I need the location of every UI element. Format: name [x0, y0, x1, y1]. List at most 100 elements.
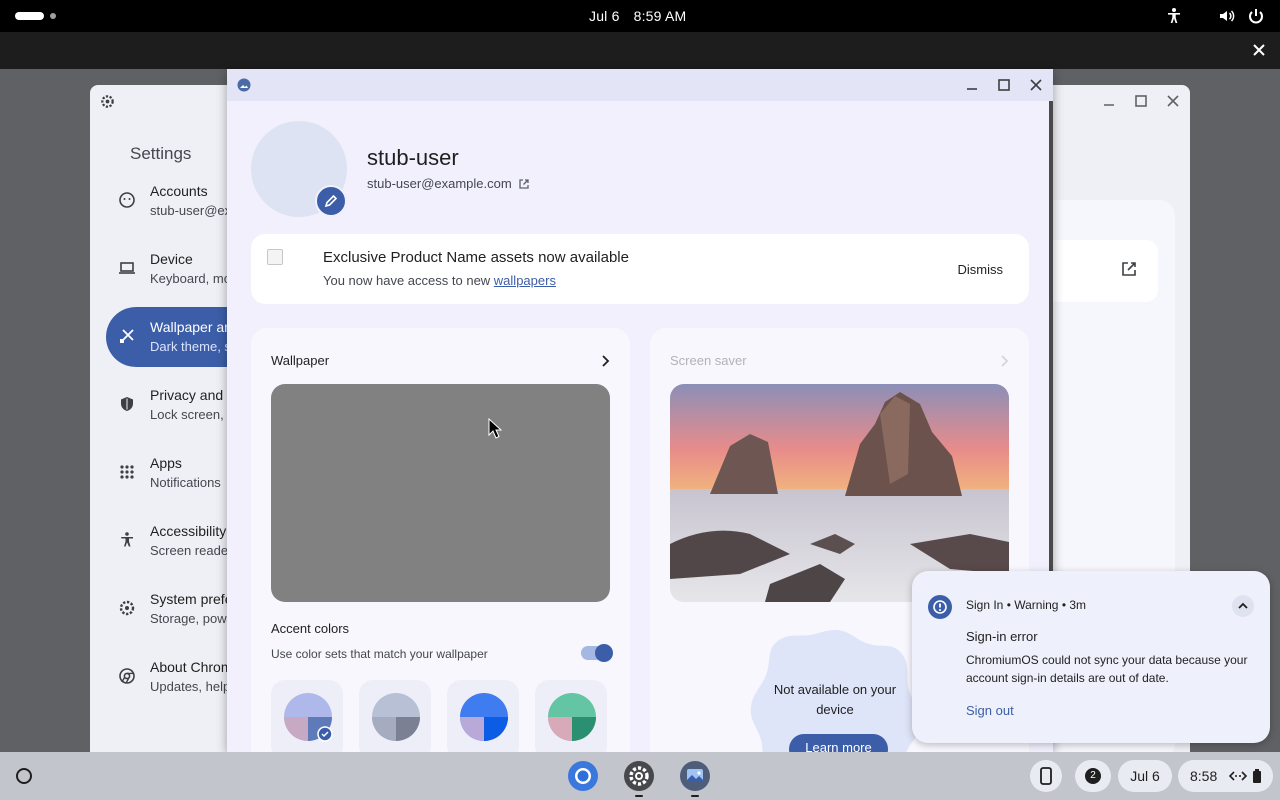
color-scheme-icon: [372, 693, 420, 741]
wallpaper-preview[interactable]: [271, 384, 610, 602]
top-status-bar: Jul 6 8:59 AM: [0, 0, 1280, 32]
wallpaper-app-icon: [237, 78, 251, 92]
color-swatch-1[interactable]: [271, 680, 343, 752]
mouse-cursor-icon: [488, 418, 502, 439]
collapse-button[interactable]: [1232, 595, 1254, 617]
status-area-button[interactable]: 8:58: [1178, 760, 1273, 792]
maximize-icon[interactable]: [996, 77, 1012, 93]
sidebar-item-label: Accounts: [150, 183, 208, 199]
coastal-rocks-image: [670, 384, 1009, 602]
user-email-link[interactable]: stub-user@example.com: [367, 176, 530, 191]
network-code-icon: [1229, 771, 1247, 781]
apps-grid-icon: [120, 465, 134, 479]
top-time: 8:59 AM: [633, 8, 687, 24]
sidebar-item-sublabel: Dark theme, s: [150, 339, 231, 354]
power-icon[interactable]: [1246, 6, 1266, 26]
screen-saver-preview: [670, 384, 1009, 602]
close-icon[interactable]: [1250, 41, 1268, 59]
shelf: 2 Jul 6 8:58: [0, 752, 1280, 800]
chromium-icon: [119, 668, 135, 684]
dynamic-color-toggle[interactable]: [581, 644, 613, 662]
phone-hub-button[interactable]: [1030, 760, 1062, 792]
close-icon[interactable]: [1165, 93, 1181, 109]
notification-age: 3m: [1069, 598, 1087, 612]
broken-image-icon: [267, 249, 283, 265]
overview-strip: [0, 32, 1280, 69]
phone-icon: [1040, 767, 1052, 785]
toggle-knob: [595, 644, 613, 662]
chromium-icon: [568, 761, 598, 791]
user-name: stub-user: [367, 145, 459, 170]
color-swatch-3[interactable]: [447, 680, 519, 752]
accessibility-icon[interactable]: [1164, 6, 1184, 26]
pencil-icon: [324, 194, 338, 208]
sign-out-button[interactable]: Sign out: [966, 703, 1014, 718]
gear-icon: [101, 95, 114, 108]
wallpapers-link[interactable]: wallpapers: [494, 273, 556, 288]
maximize-icon[interactable]: [1133, 93, 1149, 109]
notification-level: Warning: [1014, 598, 1059, 612]
promo-banner: Exclusive Product Name assets now availa…: [251, 234, 1029, 304]
wallpaper-card: Wallpaper Accent colors Use color sets t…: [251, 328, 630, 752]
accessibility-icon: [121, 532, 133, 547]
chevron-right-icon[interactable]: [598, 354, 612, 368]
shelf-date[interactable]: Jul 6: [1118, 760, 1172, 792]
personalization-window-controls: [964, 77, 1044, 93]
laptop-icon: [119, 262, 135, 274]
battery-icon: [1253, 769, 1261, 783]
close-icon[interactable]: [1028, 77, 1044, 93]
external-link-icon[interactable]: [1120, 260, 1138, 278]
sidebar-item-sublabel: Notifications: [150, 475, 221, 490]
personalization-titlebar[interactable]: [227, 69, 1053, 101]
notification-header: Sign In • Warning • 3m: [966, 598, 1087, 612]
launcher-icon[interactable]: [14, 766, 34, 786]
chevron-right-icon: [1001, 355, 1009, 367]
shield-icon: [121, 397, 133, 411]
sign-in-notification[interactable]: Sign In • Warning • 3m Sign-in error Chr…: [912, 571, 1270, 743]
learn-more-button[interactable]: Learn more: [789, 734, 888, 752]
settings-title: Settings: [130, 144, 192, 163]
wallpaper-app-icon: [680, 761, 710, 791]
external-link-icon: [519, 178, 529, 189]
color-swatch-2[interactable]: [359, 680, 431, 752]
warning-icon: [928, 595, 952, 619]
sidebar-item-label: Wallpaper ar: [150, 319, 229, 335]
sidebar-item-sublabel: stub-user@ex: [150, 203, 232, 218]
desk-indicator[interactable]: [15, 12, 44, 20]
sidebar-item-sublabel: Keyboard, mo: [150, 271, 231, 286]
accent-colors-title: Accent colors: [271, 621, 350, 636]
color-scheme-icon: [548, 693, 596, 741]
banner-subtitle-text: You now have access to new: [323, 273, 494, 288]
settings-app[interactable]: [623, 760, 655, 792]
notification-count-badge: 2: [1085, 768, 1101, 784]
screen-saver-heading: Screen saver: [670, 353, 747, 368]
sidebar-item-sublabel: Screen reade: [150, 543, 229, 558]
color-scheme-icon: [460, 693, 508, 741]
sidebar-item-label: Privacy and: [150, 387, 224, 403]
sidebar-item-sublabel: Updates, help: [150, 679, 231, 694]
color-swatch-4[interactable]: [535, 680, 607, 752]
sidebar-item-label: Device: [150, 251, 193, 267]
volume-icon[interactable]: [1217, 6, 1237, 26]
dismiss-button[interactable]: Dismiss: [958, 262, 1004, 277]
minimize-icon[interactable]: [1101, 93, 1117, 109]
wallpaper-heading[interactable]: Wallpaper: [271, 353, 329, 368]
sidebar-item-label: About Chrom: [150, 659, 233, 675]
notification-source: Sign In: [966, 598, 1004, 612]
notification-counter-button[interactable]: 2: [1075, 760, 1111, 792]
not-available-text: Not available on your device: [773, 682, 897, 717]
banner-subtitle: You now have access to new wallpapers: [323, 273, 556, 288]
chromium-browser-app[interactable]: [567, 760, 599, 792]
sidebar-item-sublabel: Storage, pow: [150, 611, 227, 626]
face-icon: [119, 192, 135, 208]
gear-icon: [119, 600, 135, 616]
desk-dot[interactable]: [50, 13, 56, 19]
minimize-icon[interactable]: [964, 77, 980, 93]
scrollbar[interactable]: [1049, 101, 1053, 601]
notification-title: Sign-in error: [966, 629, 1038, 644]
wallpaper-app[interactable]: [679, 760, 711, 792]
banner-title: Exclusive Product Name assets now availa…: [323, 249, 629, 266]
sidebar-item-label: Accessibility: [150, 523, 227, 539]
edit-avatar-button[interactable]: [315, 185, 347, 217]
sidebar-item-sublabel: Lock screen,: [150, 407, 224, 422]
